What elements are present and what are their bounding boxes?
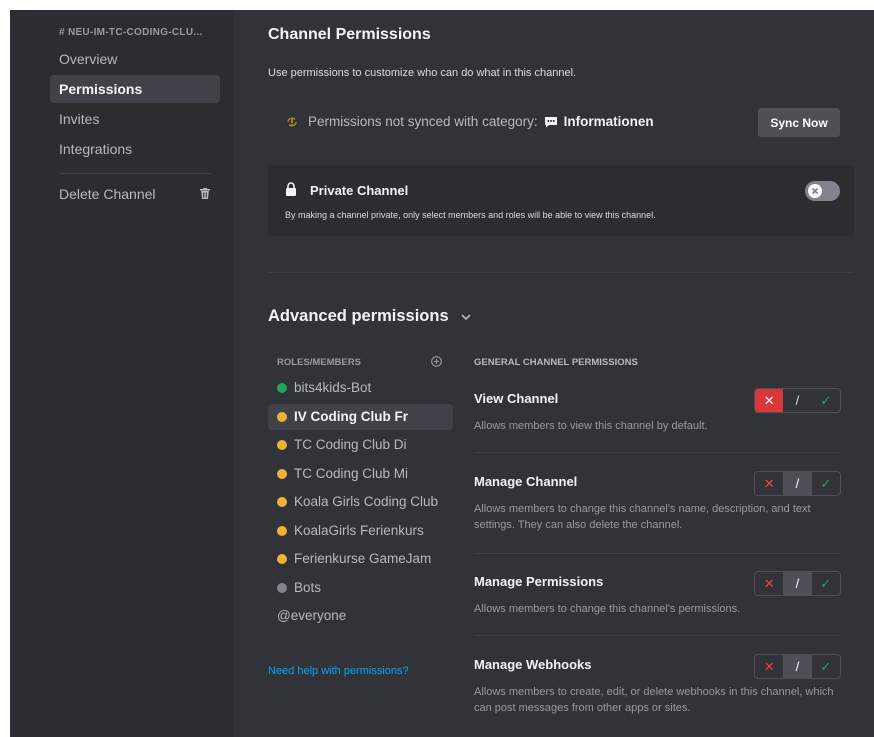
sidebar-item-label: Permissions: [59, 81, 143, 97]
sidebar-item-integrations[interactable]: Integrations: [50, 135, 220, 163]
role-label: TC Coding Club Mi: [294, 466, 409, 481]
permission-tristate: ✕ / ✓: [754, 388, 841, 413]
role-color-dot: [277, 383, 287, 393]
neutral-toggle[interactable]: /: [783, 572, 812, 595]
allow-toggle[interactable]: ✓: [812, 389, 840, 412]
settings-window: # NEU-IM-TC-CODING-CLU... Overview Permi…: [10, 10, 874, 737]
unsynced-icon: [287, 116, 297, 127]
permissions-header: GENERAL CHANNEL PERMISSIONS: [474, 357, 638, 368]
chevron-down-icon: [461, 313, 471, 320]
role-color-dot: [277, 412, 287, 422]
settings-sidebar: # NEU-IM-TC-CODING-CLU... Overview Permi…: [10, 10, 233, 737]
role-label: KoalaGirls Ferienkurs: [294, 523, 424, 538]
deny-toggle[interactable]: ✕: [755, 655, 783, 678]
permission-tristate: ✕ / ✓: [754, 471, 841, 496]
permission-divider: [474, 553, 841, 554]
page-title: Channel Permissions: [268, 26, 431, 43]
deny-toggle[interactable]: ✕: [755, 389, 784, 412]
allow-toggle[interactable]: ✓: [812, 655, 840, 678]
role-item[interactable]: KoalaGirls Ferienkurs: [268, 518, 453, 544]
role-item[interactable]: bits4kids-Bot: [268, 375, 453, 401]
role-item[interactable]: TC Coding Club Di: [268, 432, 453, 458]
sidebar-item-label: Overview: [59, 51, 118, 67]
sidebar-item-permissions[interactable]: Permissions: [50, 75, 220, 103]
neutral-toggle[interactable]: /: [783, 655, 812, 678]
private-channel-title: Private Channel: [310, 183, 409, 198]
deny-toggle[interactable]: ✕: [755, 472, 783, 495]
sidebar-item-label: Invites: [59, 111, 100, 127]
sidebar-item-invites[interactable]: Invites: [50, 105, 220, 133]
role-color-dot: [277, 497, 287, 507]
trash-icon: [200, 188, 210, 199]
permission-description: Allows members to change this channel's …: [474, 503, 811, 531]
add-role-icon[interactable]: [431, 356, 442, 367]
delete-channel-button[interactable]: Delete Channel: [50, 180, 220, 208]
permission-divider: [474, 635, 841, 636]
sidebar-divider: [59, 173, 211, 174]
sidebar-item-label: Integrations: [59, 141, 133, 157]
role-label: Ferienkurse GameJam: [294, 551, 432, 566]
role-item[interactable]: Bots: [268, 575, 453, 601]
delete-channel-label: Delete Channel: [59, 186, 156, 202]
neutral-toggle[interactable]: /: [783, 389, 811, 412]
permission-tristate: ✕ / ✓: [754, 571, 841, 596]
private-channel-description: By making a channel private, only select…: [285, 210, 656, 220]
role-color-dot: [277, 554, 287, 564]
page-subtitle: Use permissions to customize who can do …: [268, 67, 577, 79]
sidebar-item-overview[interactable]: Overview: [50, 45, 220, 73]
sidebar-channel-header: # NEU-IM-TC-CODING-CLU...: [59, 27, 203, 38]
role-color-dot: [277, 440, 287, 450]
deny-toggle[interactable]: ✕: [755, 572, 783, 595]
sync-category: Informationen: [544, 114, 654, 129]
role-item[interactable]: Koala Girls Coding Club: [268, 489, 453, 515]
lock-icon: [286, 182, 296, 196]
role-label: bits4kids-Bot: [294, 380, 372, 395]
role-color-dot: [277, 469, 287, 479]
role-label: IV Coding Club Fr: [294, 409, 408, 424]
role-label: @everyone: [277, 608, 347, 623]
permissions-help-link[interactable]: Need help with permissions?: [268, 665, 409, 677]
sync-status-text: Permissions not synced with category:: [308, 114, 538, 129]
permission-description: Allows members to view this channel by d…: [474, 420, 708, 432]
chat-icon: [544, 116, 557, 127]
permission-tristate: ✕ / ✓: [754, 654, 841, 679]
permission-description: Allows members to create, edit, or delet…: [474, 686, 834, 714]
close-icon: [811, 187, 819, 195]
sync-category-name: Informationen: [563, 114, 654, 129]
sync-status: Permissions not synced with category: In…: [286, 114, 654, 129]
permissions-panel: Channel Permissions Use permissions to c…: [233, 10, 874, 737]
role-item[interactable]: Ferienkurse GameJam: [268, 546, 453, 572]
sync-now-button[interactable]: Sync Now: [758, 108, 840, 137]
advanced-permissions-toggle[interactable]: Advanced permissions: [268, 307, 471, 326]
role-label: Bots: [294, 580, 322, 595]
role-item-everyone[interactable]: @everyone: [268, 603, 453, 629]
role-color-dot: [277, 583, 287, 593]
roles-header: ROLES/MEMBERS: [277, 357, 361, 368]
allow-toggle[interactable]: ✓: [812, 572, 840, 595]
permission-divider: [474, 452, 841, 453]
role-label: TC Coding Club Di: [294, 437, 407, 452]
toggle-knob: [808, 184, 822, 198]
advanced-permissions-title: Advanced permissions: [268, 307, 449, 325]
role-color-dot: [277, 526, 287, 536]
private-channel-toggle[interactable]: [805, 181, 840, 201]
role-label: Koala Girls Coding Club: [294, 494, 439, 509]
role-item[interactable]: TC Coding Club Mi: [268, 461, 453, 487]
allow-toggle[interactable]: ✓: [812, 472, 840, 495]
neutral-toggle[interactable]: /: [783, 472, 812, 495]
private-channel-card: Private Channel By making a channel priv…: [268, 165, 854, 236]
permission-description: Allows members to change this channel's …: [474, 603, 741, 615]
section-divider: [268, 272, 854, 273]
role-item-selected[interactable]: IV Coding Club Fr: [268, 404, 453, 430]
